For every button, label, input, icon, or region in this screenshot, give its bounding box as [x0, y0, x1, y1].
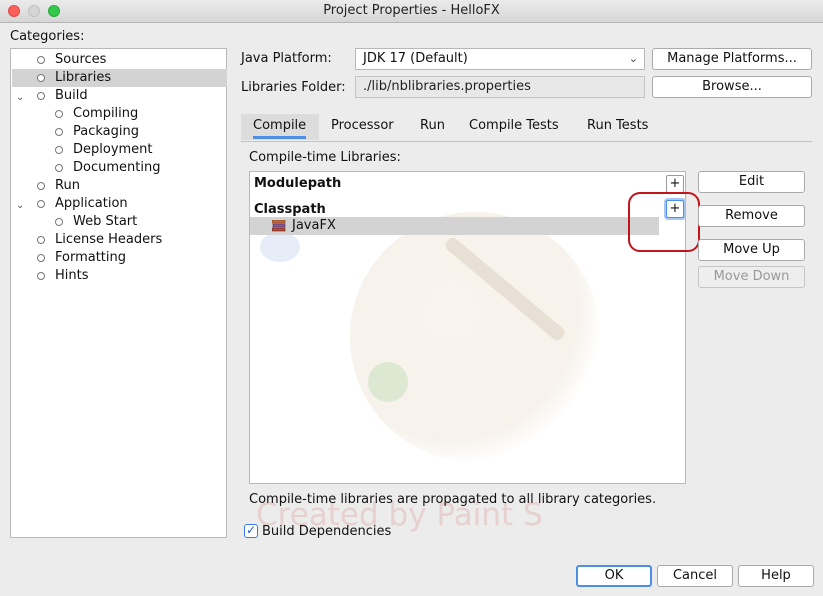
- watermark-blob: [260, 232, 300, 262]
- classpath-label: Classpath: [254, 202, 326, 217]
- tree-item-sources[interactable]: Sources: [11, 51, 226, 69]
- tree-item-label: Build: [55, 88, 88, 103]
- tree-item-run[interactable]: Run: [11, 177, 226, 195]
- classpath-item-javafx[interactable]: JavaFX: [250, 217, 659, 235]
- title-bar: Project Properties - HelloFX: [0, 0, 823, 23]
- categories-label: Categories:: [10, 29, 85, 44]
- tree-item-label: Packaging: [73, 124, 139, 139]
- leaf-node-icon: [37, 254, 45, 262]
- tree-item-label: Documenting: [73, 160, 161, 175]
- compile-libraries-list[interactable]: Modulepath + Classpath + JavaFX: [249, 171, 686, 484]
- java-platform-label: Java Platform:: [241, 51, 332, 66]
- leaf-node-icon: [37, 56, 45, 64]
- highlight-annotation: [628, 192, 700, 252]
- leaf-node-icon: [55, 128, 63, 136]
- leaf-node-icon: [55, 110, 63, 118]
- ok-button[interactable]: OK: [576, 565, 652, 587]
- tab-run-tests[interactable]: Run Tests: [587, 117, 648, 135]
- folder-node-icon: [37, 92, 45, 100]
- tree-item-packaging[interactable]: Packaging: [11, 123, 226, 141]
- remove-button[interactable]: Remove: [698, 205, 805, 227]
- java-platform-value: JDK 17 (Default): [363, 51, 468, 66]
- leaf-node-icon: [55, 164, 63, 172]
- tree-item-label: Compiling: [73, 106, 139, 121]
- tree-item-web-start[interactable]: Web Start: [11, 213, 226, 231]
- leaf-node-icon: [55, 146, 63, 154]
- tree-item-label: Sources: [55, 52, 107, 67]
- move-up-button[interactable]: Move Up: [698, 239, 805, 261]
- tree-item-build[interactable]: ⌄ Build: [11, 87, 226, 105]
- leaf-node-icon: [37, 74, 45, 82]
- tree-item-hints[interactable]: Hints: [11, 267, 226, 285]
- libraries-folder-label: Libraries Folder:: [241, 80, 346, 95]
- build-dependencies-label: Build Dependencies: [262, 524, 392, 539]
- categories-tree[interactable]: Sources Libraries ⌄ Build Compiling Pack…: [10, 48, 227, 538]
- tab-compile-tests[interactable]: Compile Tests: [469, 117, 559, 135]
- tab-processor[interactable]: Processor: [331, 117, 394, 135]
- checkmark-icon: ✓: [245, 523, 257, 537]
- tree-item-formatting[interactable]: Formatting: [11, 249, 226, 267]
- help-button[interactable]: Help: [738, 565, 814, 587]
- libraries-folder-field[interactable]: ./lib/nblibraries.properties: [355, 76, 645, 98]
- tree-item-label: Hints: [55, 268, 89, 283]
- tree-item-compiling[interactable]: Compiling: [11, 105, 226, 123]
- tree-item-application[interactable]: ⌄ Application: [11, 195, 226, 213]
- leaf-node-icon: [37, 236, 45, 244]
- tree-item-libraries[interactable]: Libraries: [12, 69, 227, 87]
- tree-item-label: Libraries: [55, 70, 112, 85]
- window-title: Project Properties - HelloFX: [323, 3, 500, 18]
- plus-icon: +: [669, 176, 681, 191]
- tab-compile[interactable]: Compile: [253, 117, 307, 139]
- library-books-icon: [272, 220, 286, 232]
- tree-item-label: License Headers: [55, 232, 163, 247]
- modulepath-label: Modulepath: [254, 176, 342, 191]
- tree-item-deployment[interactable]: Deployment: [11, 141, 226, 159]
- watermark-blob: [368, 362, 408, 402]
- library-tabs: Compile Processor Run Compile Tests Run …: [241, 114, 812, 142]
- folder-node-icon: [37, 200, 45, 208]
- java-platform-select[interactable]: JDK 17 (Default) ⌄: [355, 48, 645, 70]
- leaf-node-icon: [37, 272, 45, 280]
- tree-item-documenting[interactable]: Documenting: [11, 159, 226, 177]
- leaf-node-icon: [37, 182, 45, 190]
- browse-button[interactable]: Browse...: [652, 76, 812, 98]
- tree-item-label: Application: [55, 196, 128, 211]
- add-modulepath-button[interactable]: +: [666, 175, 684, 193]
- chevron-down-icon: ⌄: [628, 52, 638, 65]
- tree-item-label: Formatting: [55, 250, 127, 265]
- tab-run[interactable]: Run: [420, 117, 445, 135]
- build-dependencies-checkbox[interactable]: ✓: [244, 524, 258, 538]
- edit-button[interactable]: Edit: [698, 171, 805, 193]
- tree-item-label: Deployment: [73, 142, 153, 157]
- cancel-button[interactable]: Cancel: [657, 565, 733, 587]
- leaf-node-icon: [55, 218, 63, 226]
- tree-item-label: Web Start: [73, 214, 138, 229]
- move-down-button[interactable]: Move Down: [698, 266, 805, 288]
- compile-libraries-label: Compile-time Libraries:: [249, 150, 401, 165]
- library-label: JavaFX: [292, 218, 336, 233]
- manage-platforms-button[interactable]: Manage Platforms...: [652, 48, 812, 70]
- tree-item-license-headers[interactable]: License Headers: [11, 231, 226, 249]
- tree-item-label: Run: [55, 178, 80, 193]
